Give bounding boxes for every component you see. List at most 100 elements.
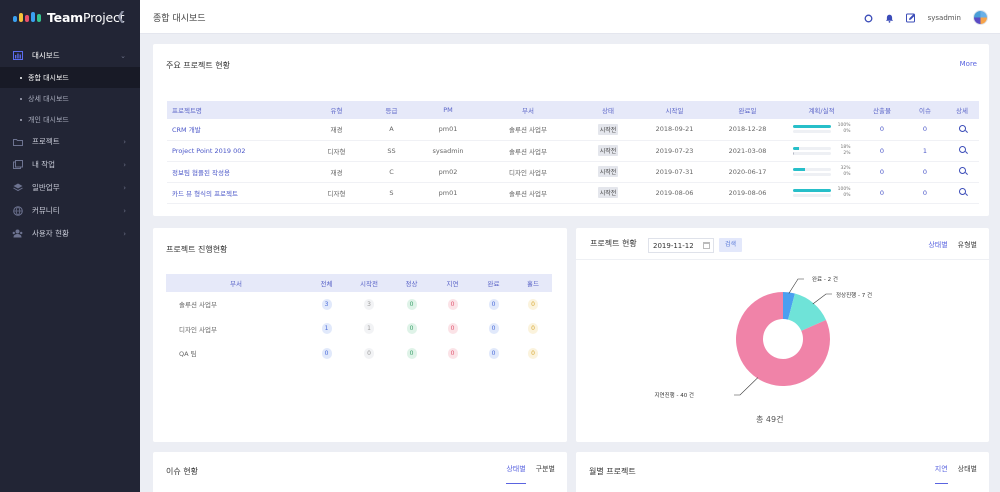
sidebar-item-general-work[interactable]: 일반업무 › [0,176,140,199]
issue-status-card: 이슈 현황 상태별 구분별 [153,452,567,492]
sidebar-subitem-detail-dashboard[interactable]: 상세 대시보드 [0,88,140,109]
normal-count-badge[interactable]: 0 [406,347,417,359]
sidebar-item-my-task[interactable]: 내 작업 › [0,153,140,176]
issue-count[interactable]: 0 [905,119,945,141]
column-header: 상세 [945,101,979,119]
topbar: 종합 대시보드 sysadmin [140,0,1000,34]
count-cell: 3 [347,292,391,317]
completed-count-badge[interactable]: 0 [488,323,499,335]
collapse-sidebar-icon[interactable]: ❮ [116,9,126,23]
search-icon[interactable] [958,146,966,153]
normal-count-badge[interactable]: 0 [406,298,417,310]
status-badge: 시작전 [597,123,619,135]
search-icon[interactable] [958,188,966,195]
hold-count-badge[interactable]: 0 [528,323,538,335]
start-date: 2019-08-06 [638,182,711,204]
chevron-right-icon: › [123,137,126,146]
issue-count[interactable]: 1 [905,140,945,162]
card-title: 이슈 현황 [166,467,198,476]
start-date: 2019-07-23 [638,140,711,162]
major-projects-card: 주요 프로젝트 현황 More 프로젝트명 유형 등급 PM 부서 상태 시작일 완료일 계획/… [153,44,989,216]
issue-count[interactable]: 0 [905,182,945,204]
status-donut-chart: 완료 - 2 건정상진행 - 7 건지연진행 - 40 건 [654,275,872,399]
count-cell: 0 [432,292,473,317]
search-icon[interactable] [958,167,966,174]
project-pm: sysadmin [418,140,478,162]
search-icon[interactable] [958,124,966,132]
delayed-count-badge[interactable]: 0 [447,323,458,335]
not-started-count-badge[interactable]: 0 [364,347,374,359]
tab-by-status[interactable]: 상태별 [958,464,977,484]
tab-by-status[interactable]: 상태별 [506,464,526,484]
sidebar-item-community[interactable]: 커뮤니티 › [0,199,140,222]
circle-status-icon[interactable] [864,8,873,27]
edit-icon[interactable] [905,8,916,27]
sidebar-item-user-status[interactable]: 사용자 현황 › [0,222,140,245]
hold-count-badge[interactable]: 0 [528,347,538,359]
sidebar-item-label: 커뮤니티 [32,206,60,215]
project-type: 재경 [308,119,365,141]
bell-icon[interactable] [885,8,894,27]
not-started-count-badge[interactable]: 1 [364,323,374,335]
total-count-badge[interactable]: 0 [321,347,332,359]
slice-label: 지연진행 - 40 건 [654,391,694,399]
issue-count[interactable]: 0 [905,161,945,183]
detail-cell [945,161,979,183]
column-header: 정상 [391,274,432,292]
avatar[interactable] [973,10,988,25]
sidebar-item-dashboard[interactable]: 대시보드 ⌄ [0,44,140,67]
user-name[interactable]: sysadmin [928,14,961,22]
actual-progress-bar [792,193,831,197]
sidebar-subitem-personal-dashboard[interactable]: 개인 대시보드 [0,109,140,130]
project-name-link[interactable]: 카드 뷰 형식의 프로젝트 [167,182,308,204]
count-cell: 0 [514,292,552,317]
normal-count-badge[interactable]: 0 [406,323,417,335]
output-count[interactable]: 0 [859,119,905,141]
count-cell: 0 [391,341,432,366]
project-pm: pm01 [418,119,478,141]
globe-icon [12,205,23,216]
completed-count-badge[interactable]: 0 [488,347,499,359]
tab-by-category[interactable]: 구분별 [536,464,555,484]
dept-name: 솔루션 사업부 [179,301,217,310]
output-count[interactable]: 0 [859,140,905,162]
sidebar-item-label: 내 작업 [32,160,56,169]
plan-progress-bar [792,188,831,192]
logo-icon [13,12,41,22]
hold-count-badge[interactable]: 0 [528,298,538,310]
completed-count-badge[interactable]: 0 [488,298,499,310]
more-link[interactable]: More [960,60,977,68]
project-name-link[interactable]: CRM 개발 [167,119,308,141]
total-count-badge[interactable]: 3 [321,298,332,310]
plan-actual-progress: 32% 0% [784,161,859,183]
count-cell: 0 [473,341,514,366]
project-grade: S [365,182,418,204]
column-header: 시작일 [638,101,711,119]
sidebar-item-project[interactable]: 프로젝트 › [0,130,140,153]
users-icon [12,228,23,239]
table-row: 솔루션 사업부 3 3 0 0 0 0 [166,292,552,317]
card-title: 프로젝트 진행현황 [166,245,228,254]
end-date: 2019-08-06 [711,182,784,204]
table-header-row: 부서 전체 시작전 정상 지연 완료 홀드 [166,274,552,292]
total-count-badge[interactable]: 1 [321,323,332,335]
slice-label: 정상진행 - 7 건 [836,291,872,299]
sidebar-subitem-label: 상세 대시보드 [28,94,69,103]
sidebar-subitem-overall-dashboard[interactable]: 종합 대시보드 [0,67,140,88]
detail-cell [945,140,979,162]
dept-name: 디자인 사업부 [179,325,217,334]
tab-delayed[interactable]: 지연 [934,464,948,484]
column-header: 완료일 [711,101,784,119]
not-started-count-badge[interactable]: 3 [364,298,374,310]
project-name-link[interactable]: 정보팀 협플된 작성용 [167,161,308,183]
output-count[interactable]: 0 [859,182,905,204]
chevron-right-icon: › [123,229,126,238]
status-badge: 시작전 [597,145,619,156]
output-count[interactable]: 0 [859,161,905,183]
delayed-count-badge[interactable]: 0 [447,298,458,310]
project-type: 디자형 [308,182,365,204]
project-dept: 솔루션 사업부 [478,182,578,204]
delayed-count-badge[interactable]: 0 [447,347,458,359]
table-row: 카드 뷰 형식의 프로젝트 디자형 Spm01 솔루션 사업부 시작전 2019-08-0… [167,182,979,204]
project-name-link[interactable]: Project Point 2019 002 [167,140,308,162]
